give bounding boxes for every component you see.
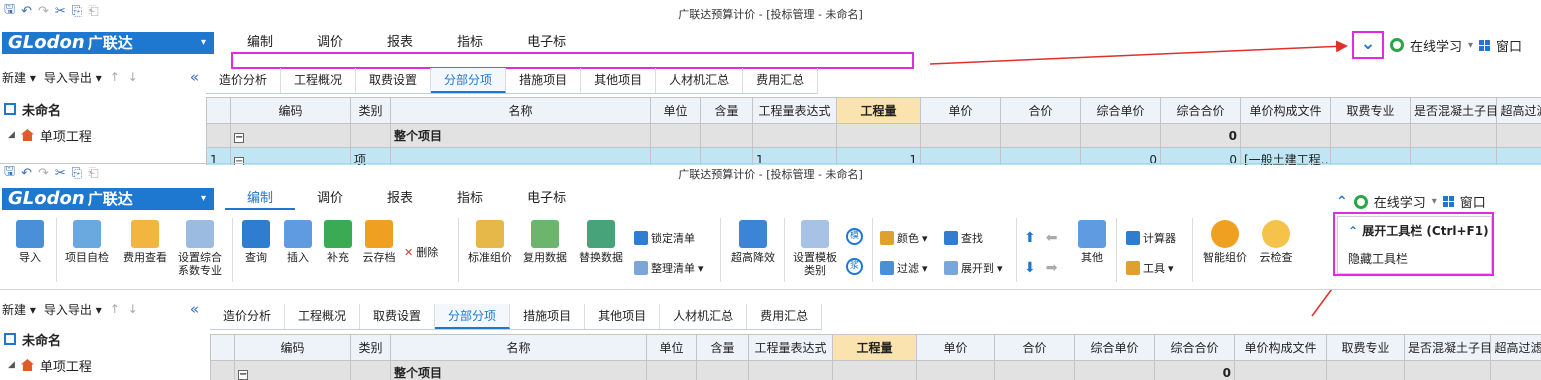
menu-ebid[interactable]: 电子标: [505, 188, 588, 210]
window-icon: [1442, 196, 1454, 207]
header[interactable]: 取费专业: [1326, 334, 1405, 361]
bottom-window: 🖫 ↶ ↷ ✂ ⎘ ⎗ 广联达预算计价 - [投标管理 - 未命名] GLodo…: [0, 163, 1541, 380]
tree-root-label: 未命名: [22, 333, 62, 349]
collapse-ribbon-chevron-icon[interactable]: ⌃: [1336, 194, 1348, 210]
replace-data-button[interactable]: 替换数据: [574, 220, 628, 264]
height-reduction-button[interactable]: 超高降效: [726, 220, 780, 264]
import-export-button[interactable]: 导入导出 ▾: [44, 301, 102, 318]
online-learning-link[interactable]: 在线学习: [1374, 192, 1426, 211]
move-down-icon: ⬇: [1024, 260, 1036, 276]
logo[interactable]: GLodon 广联达 ▾: [2, 188, 214, 210]
supplement-button[interactable]: 补充: [318, 220, 358, 264]
arrow-to-chevron: [929, 40, 1348, 65]
right-toolbar: ⌃ 在线学习 ▾ 窗口: [1336, 192, 1486, 212]
coefficient-button[interactable]: 设置综合 系数专业: [172, 220, 228, 277]
menu-bar: 编制 调价 报表 指标 电子标: [225, 188, 588, 210]
tab-fee-settings[interactable]: 取费设置: [360, 304, 436, 329]
self-check-button[interactable]: 项目自检: [60, 220, 114, 264]
expand-to-button[interactable]: 展开到 ▾: [944, 260, 1003, 276]
project-icon: [4, 333, 16, 345]
menu-edit[interactable]: 编制: [225, 188, 296, 210]
table-row-summary[interactable]: − 整个项目 0: [210, 360, 1541, 380]
annotation-box-dropdown: [1333, 212, 1494, 276]
header[interactable]: 综合合价: [1154, 334, 1235, 361]
tree-root[interactable]: 未命名: [0, 326, 205, 352]
reuse-data-button[interactable]: 复用数据: [518, 220, 572, 264]
tools-button[interactable]: 工具 ▾: [1126, 260, 1174, 276]
color-button[interactable]: 颜色 ▾: [880, 230, 928, 246]
header[interactable]: 合价: [994, 334, 1075, 361]
logo-dropdown-icon: ▾: [200, 193, 206, 204]
online-learning-icon: [1353, 194, 1368, 209]
logo-cn: 广联达: [87, 190, 133, 208]
header[interactable]: 类别: [350, 334, 391, 361]
header[interactable]: 单位: [646, 334, 697, 361]
tab-fee-summary[interactable]: 费用汇总: [747, 304, 823, 329]
header[interactable]: 单价: [916, 334, 995, 361]
tab-cost-analysis[interactable]: 造价分析: [210, 304, 286, 329]
caret-icon[interactable]: ▾: [1432, 196, 1437, 207]
template-circle-icon[interactable]: 模: [846, 228, 863, 245]
move-arrows[interactable]: ⬆ ⬅: [1024, 230, 1057, 246]
find-button[interactable]: 查找: [944, 230, 983, 246]
tab-measures[interactable]: 措施项目: [510, 304, 586, 329]
window-title: 广联达预算计价 - [投标管理 - 未命名]: [678, 168, 863, 181]
smart-pricing-button[interactable]: 智能组价: [1198, 220, 1252, 264]
house-icon: [20, 359, 34, 371]
bill-table: 编码 类别 名称 单位 含量 工程量表达式 工程量 单价 合价 综合单价 综合合…: [210, 334, 1541, 380]
tab-sub-items[interactable]: 分部分项: [435, 304, 511, 329]
tree-item-label: 单项工程: [39, 359, 92, 375]
menu-index[interactable]: 指标: [435, 188, 505, 210]
header[interactable]: 超高过滤类别: [1490, 334, 1541, 361]
template-category-button[interactable]: 设置模板 类别: [788, 220, 842, 277]
header[interactable]: 编码: [234, 334, 351, 361]
menu-adjust[interactable]: 调价: [295, 188, 365, 210]
move-up-icon: ⬆: [1024, 230, 1036, 246]
sidebar-toolbar: 新建 ▾ 导入导出 ▾ ↑ ↓ «: [0, 298, 205, 320]
other-button[interactable]: 其他: [1072, 220, 1112, 264]
header-index: [210, 334, 235, 361]
tab-labor-material[interactable]: 人材机汇总: [660, 304, 748, 329]
header[interactable]: 单价构成文件: [1234, 334, 1327, 361]
filter-button[interactable]: 过滤 ▾: [880, 260, 928, 276]
move-arrows[interactable]: ⬇ ➡: [1024, 260, 1057, 276]
ribbon-toolbar: 导入 项目自检 费用查看 设置综合 系数专业 查询 插入 补充 云存档 ✕ 删除 …: [0, 212, 1541, 290]
header[interactable]: 是否混凝土子目: [1404, 334, 1491, 361]
move-down-icon[interactable]: ↓: [128, 302, 138, 316]
tidy-list-button[interactable]: 整理清单 ▾: [634, 260, 704, 276]
cloud-archive-button[interactable]: 云存档: [358, 220, 400, 264]
import-button[interactable]: 导入: [10, 220, 50, 264]
calculator-button[interactable]: 计算器: [1126, 230, 1176, 246]
cloud-check-button[interactable]: 云检查: [1254, 220, 1298, 264]
window-menu[interactable]: 窗口: [1460, 192, 1486, 211]
tab-other[interactable]: 其他项目: [585, 304, 661, 329]
sidebar: 新建 ▾ 导入导出 ▾ ↑ ↓ « 未命名 ◢ 单项工程: [0, 298, 205, 378]
logo-text: GLodon: [8, 188, 85, 209]
tab-overview[interactable]: 工程概况: [285, 304, 361, 329]
slurry-circle-icon[interactable]: 浆: [846, 258, 863, 275]
move-left-icon: ⬅: [1045, 230, 1058, 246]
header[interactable]: 工程量表达式: [748, 334, 833, 361]
lock-list-button[interactable]: 锁定清单: [634, 230, 695, 246]
header[interactable]: 综合单价: [1074, 334, 1155, 361]
query-button[interactable]: 查询: [236, 220, 276, 264]
collapse-sidebar-icon[interactable]: «: [190, 300, 199, 318]
insert-button[interactable]: 插入: [278, 220, 318, 264]
collapse-row-icon[interactable]: −: [238, 369, 248, 380]
cell-name[interactable]: 整个项目: [390, 360, 647, 380]
tab-bar: 造价分析 工程概况 取费设置 分部分项 措施项目 其他项目 人材机汇总 费用汇总: [210, 304, 823, 330]
tree-item-single-project[interactable]: ◢ 单项工程: [0, 352, 205, 378]
move-right-icon: ➡: [1045, 260, 1058, 276]
header[interactable]: 含量: [696, 334, 749, 361]
fee-view-button[interactable]: 费用查看: [118, 220, 172, 264]
delete-button[interactable]: ✕ 删除: [404, 244, 438, 260]
table-header: 编码 类别 名称 单位 含量 工程量表达式 工程量 单价 合价 综合单价 综合合…: [210, 334, 1541, 361]
header[interactable]: 工程量: [832, 334, 917, 361]
cell-total[interactable]: 0: [1154, 360, 1235, 380]
new-button[interactable]: 新建 ▾: [2, 301, 36, 318]
standard-pricing-button[interactable]: 标准组价: [464, 220, 516, 264]
move-up-icon[interactable]: ↑: [110, 302, 120, 316]
menu-report[interactable]: 报表: [365, 188, 435, 210]
header[interactable]: 名称: [390, 334, 647, 361]
